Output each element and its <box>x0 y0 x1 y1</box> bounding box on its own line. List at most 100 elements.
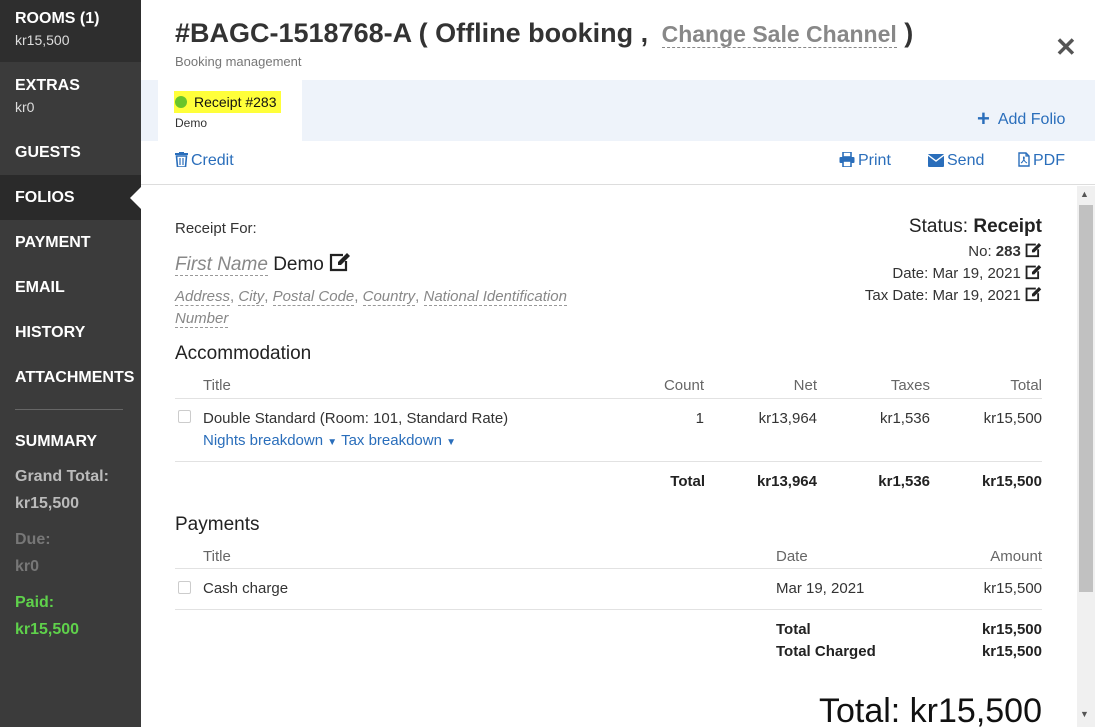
print-icon <box>839 151 855 168</box>
accommodation-total-label: Total <box>670 473 705 490</box>
sidebar-item-folios[interactable]: FOLIOS <box>0 175 141 220</box>
accommodation-total-total: kr15,500 <box>981 473 1042 490</box>
receipt-status: Status: Receipt <box>909 216 1042 238</box>
first-name-field[interactable]: First Name <box>175 254 268 276</box>
accommodation-heading: Accommodation <box>175 343 312 364</box>
receipt-date-value: Mar 19, 2021 <box>932 265 1021 282</box>
table-divider <box>175 609 1042 610</box>
page-subtitle: Booking management <box>175 54 302 69</box>
payments-total-label: Total <box>776 621 811 638</box>
tax-breakdown-link[interactable]: Tax breakdown ▼ <box>341 432 456 449</box>
send-label: Send <box>947 152 985 169</box>
sidebar: ROOMS (1) kr15,500 EXTRAS kr0 GUESTS FOL… <box>0 0 141 727</box>
folio-tab-subtitle: Demo <box>175 116 208 130</box>
guest-name-row: First Name Demo <box>175 252 351 276</box>
credit-button[interactable]: Credit <box>175 152 234 170</box>
payment-title: Cash charge <box>203 580 289 597</box>
column-header-title: Title <box>203 548 231 565</box>
tax-breakdown-label: Tax breakdown <box>341 432 442 449</box>
sidebar-item-label: PAYMENT <box>15 234 91 251</box>
print-label: Print <box>858 152 891 169</box>
due-label: Due: <box>15 531 51 548</box>
address-fields: Address, City, Postal Code, Country, Nat… <box>175 288 567 328</box>
row-total: kr15,500 <box>983 410 1042 427</box>
paid-value: kr15,500 <box>15 621 80 638</box>
scrollbar-thumb[interactable] <box>1079 205 1093 592</box>
caret-down-icon: ▼ <box>327 437 338 448</box>
toolbar-divider <box>141 184 1095 185</box>
row-count: 1 <box>695 410 704 427</box>
sidebar-item-extras[interactable]: EXTRAS kr0 <box>0 62 141 130</box>
receipt-number-row: No: 283 <box>968 242 1042 260</box>
table-divider <box>175 461 1042 462</box>
trash-icon <box>175 152 188 168</box>
receipt-for-label: Receipt For: <box>175 220 257 237</box>
address-field[interactable]: Address <box>175 288 231 306</box>
sidebar-item-email[interactable]: EMAIL <box>0 265 141 310</box>
change-sale-channel-link[interactable]: Change Sale Channel <box>661 21 897 48</box>
column-header-date: Date <box>776 548 808 565</box>
column-header-taxes: Taxes <box>890 377 930 394</box>
country-field[interactable]: Country <box>362 288 416 306</box>
row-checkbox[interactable] <box>178 581 191 594</box>
row-checkbox[interactable] <box>178 410 191 423</box>
booking-title-text: #BAGC-1518768-A ( Offline booking , <box>175 18 649 48</box>
accommodation-total-taxes: kr1,536 <box>878 473 930 490</box>
sidebar-item-amount: kr15,500 <box>15 32 70 48</box>
scroll-down-arrow-icon[interactable]: ▼ <box>1080 709 1089 719</box>
sidebar-item-rooms[interactable]: ROOMS (1) kr15,500 <box>0 0 141 62</box>
due-value: kr0 <box>15 558 40 575</box>
pdf-file-icon <box>1018 152 1030 167</box>
receipt-date-row: Date: Mar 19, 2021 <box>892 264 1042 282</box>
tax-date-label: Tax Date: <box>864 287 929 304</box>
receipt-no-value: 283 <box>995 243 1021 260</box>
close-icon[interactable]: ✕ <box>1055 32 1077 63</box>
sidebar-item-label: HISTORY <box>15 324 86 341</box>
receipt-no-label: No: <box>968 243 992 260</box>
add-folio-label: Add Folio <box>997 111 1066 128</box>
scroll-up-arrow-icon[interactable]: ▲ <box>1080 189 1089 199</box>
row-links: Nights breakdown ▼ Tax breakdown ▼ <box>203 432 456 449</box>
national-id-field[interactable]: National Identification <box>423 288 567 306</box>
send-button[interactable]: Send <box>927 152 985 170</box>
sidebar-item-label: GUESTS <box>15 144 81 161</box>
sidebar-item-history[interactable]: HISTORY <box>0 310 141 355</box>
sidebar-item-guests[interactable]: GUESTS <box>0 130 141 175</box>
tax-date-value: Mar 19, 2021 <box>932 287 1021 304</box>
receipt-tax-date-row: Tax Date: Mar 19, 2021 <box>865 286 1042 304</box>
print-button[interactable]: Print <box>839 151 891 170</box>
edit-icon[interactable] <box>1025 242 1042 258</box>
sidebar-item-label: EMAIL <box>15 279 65 296</box>
city-field[interactable]: City <box>238 288 265 306</box>
status-dot-icon <box>175 96 187 108</box>
national-id-field-cont[interactable]: Number <box>175 310 229 328</box>
payments-total-value: kr15,500 <box>981 621 1042 638</box>
paid-label: Paid: <box>15 594 55 611</box>
edit-icon[interactable] <box>1025 286 1042 302</box>
sidebar-item-label: FOLIOS <box>15 189 75 206</box>
table-divider <box>175 398 1042 399</box>
edit-icon[interactable] <box>1025 264 1042 280</box>
accommodation-total-net: kr13,964 <box>756 473 817 490</box>
sidebar-item-label: ATTACHMENTS <box>15 369 135 386</box>
pdf-button[interactable]: PDF <box>1018 152 1065 170</box>
payments-heading: Payments <box>175 514 260 535</box>
sidebar-item-attachments[interactable]: ATTACHMENTS <box>0 355 141 400</box>
envelope-icon <box>927 154 945 167</box>
column-header-title: Title <box>203 377 231 394</box>
booking-title-close-paren: ) <box>904 18 914 48</box>
folio-tab-title[interactable]: Receipt #283 <box>174 91 281 113</box>
column-header-count: Count <box>663 377 704 394</box>
nights-breakdown-link[interactable]: Nights breakdown ▼ <box>203 432 337 449</box>
column-header-net: Net <box>793 377 817 394</box>
sidebar-item-amount: kr0 <box>15 99 35 115</box>
credit-label: Credit <box>191 152 234 169</box>
postal-code-field[interactable]: Postal Code <box>272 288 355 306</box>
sidebar-item-label: ROOMS (1) <box>15 10 100 27</box>
edit-icon[interactable] <box>329 252 351 272</box>
add-folio-button[interactable]: + Add Folio <box>977 106 1065 132</box>
plus-icon: + <box>977 106 990 131</box>
column-header-total: Total <box>1010 377 1042 394</box>
sidebar-item-payment[interactable]: PAYMENT <box>0 220 141 265</box>
table-divider <box>175 568 1042 569</box>
